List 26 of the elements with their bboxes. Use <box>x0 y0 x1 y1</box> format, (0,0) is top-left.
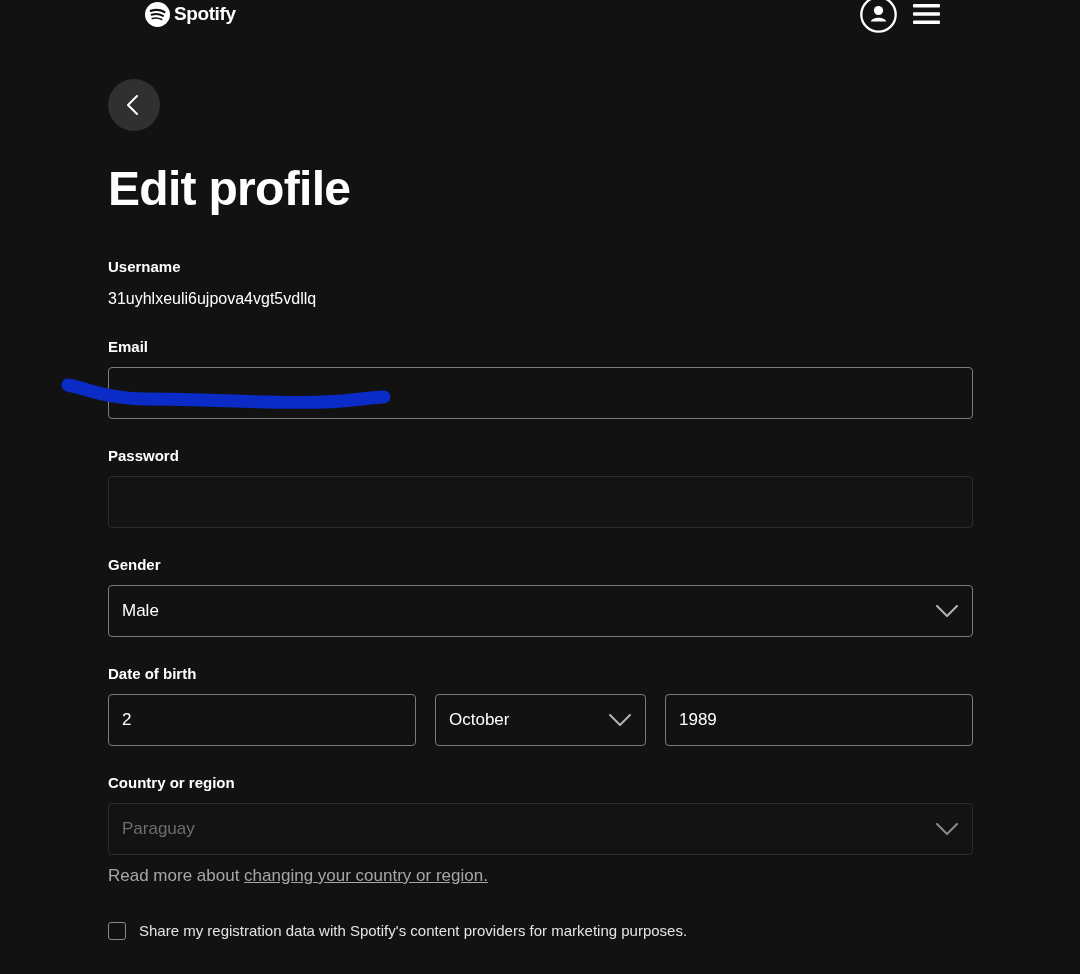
input-field[interactable]: 1989 <box>665 694 973 746</box>
logo-text[interactable]: Spotify <box>174 3 236 25</box>
input-field[interactable] <box>108 367 973 419</box>
chevron-down-icon <box>936 823 958 835</box>
field-label: Date of birth <box>108 665 197 683</box>
dropdown-field[interactable]: October <box>435 694 646 746</box>
help-text: Read more about changing your country or region. <box>108 865 488 887</box>
region-link[interactable]: changing your country or region. <box>244 866 488 885</box>
field-label: Username <box>108 258 181 276</box>
field-label: Password <box>108 447 179 465</box>
user-icon[interactable] <box>860 0 897 33</box>
menu-icon[interactable] <box>913 4 940 24</box>
page-title: Edit profile <box>108 161 351 217</box>
consent-label: Share my registration data with Spotify's content providers for marketing purposes. <box>139 922 688 940</box>
field-label: Country or region <box>108 774 235 792</box>
chevron-down-icon <box>936 605 958 617</box>
username-text: 31uyhlxeuli6ujpova4vgt5vdllq <box>108 289 317 309</box>
consent-checkbox[interactable] <box>108 922 126 940</box>
input-field[interactable]: 2 <box>108 694 416 746</box>
logo-icon[interactable] <box>145 1 170 27</box>
field-label: Email <box>108 338 149 356</box>
dropdown-field[interactable]: Male <box>108 585 973 637</box>
field-label: Gender <box>108 556 161 574</box>
back-button[interactable] <box>108 79 160 131</box>
chevron-left-icon <box>127 95 138 115</box>
chevron-down-icon <box>609 714 631 726</box>
